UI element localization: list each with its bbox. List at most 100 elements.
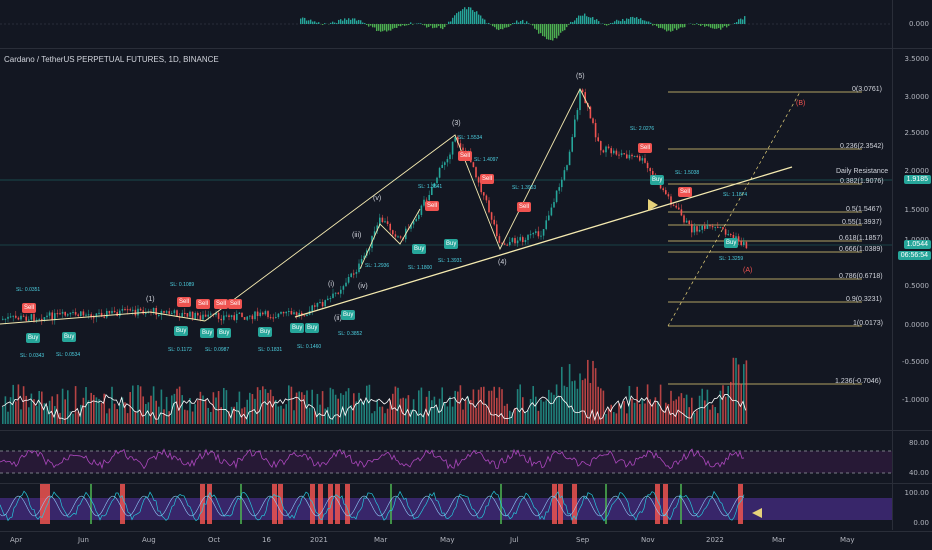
price-tick: -1.0000 [901,396,929,404]
time-tick: 2022 [706,536,724,544]
wave-label: (iii) [352,232,362,239]
fib-label: 0(3.0761) [852,86,882,93]
time-tick: Jun [78,536,89,544]
time-tick: May [440,536,455,544]
price-axis[interactable]: 3.5000 3.0000 2.5000 2.0000 1.5000 1.000… [892,49,932,430]
price-tick: 0.5000 [904,282,930,290]
sell-signal[interactable]: Sell [425,201,440,211]
stop-loss-label: SL: 0.1172 [168,347,192,353]
price-tick: 2.5000 [904,129,930,137]
stop-loss-label: SL: 2.0276 [630,126,655,132]
buy-signal[interactable]: Buy [62,332,77,342]
buy-signal[interactable]: Buy [650,175,665,185]
stop-loss-label: SL: 1.3259 [719,256,744,262]
buy-signal[interactable]: Buy [26,333,41,343]
buy-signal[interactable]: Buy [305,323,320,333]
stop-loss-label: SL: 0.1089 [170,282,195,288]
buy-signal[interactable]: Buy [444,239,459,249]
rsi-axis[interactable]: 80.00 40.00 [892,431,932,483]
sell-signal[interactable]: Sell [214,299,229,309]
stop-loss-label: SL: 1.3931 [438,258,463,264]
stop-loss-label: SL: 1.5038 [675,170,700,176]
fib-label: 0.236(2.3542) [840,143,884,150]
buy-signal[interactable]: Buy [258,327,273,337]
price-tick: 3.0000 [904,93,930,101]
buy-signal[interactable]: Buy [290,323,305,333]
stop-loss-label: SL: 1.3953 [512,185,537,191]
oscillator-chart [0,484,892,524]
fib-label: 0.786(0.6718) [839,273,883,280]
wave-label: (5) [576,73,585,80]
oscillator-pane[interactable] [0,484,892,530]
stop-loss-label: SL: 1.2936 [365,263,390,269]
wave-label: (4) [498,259,507,266]
time-tick: Mar [374,536,388,544]
buy-signal[interactable]: Buy [724,238,739,248]
sell-signal[interactable]: Sell [678,187,693,197]
buy-signal[interactable]: Buy [341,310,356,320]
stop-loss-label: SL: 0.1460 [297,344,322,350]
time-axis[interactable]: Apr Jun Aug Oct 16 2021 Mar May Jul Sep … [0,532,932,550]
sell-signal[interactable]: Sell [517,202,532,212]
rsi-tick: 80.00 [908,439,929,447]
top-oscillator-axis[interactable]: 0.000 [892,0,932,48]
time-tick: Aug [142,536,156,544]
stop-loss-label: SL: 1.1874 [723,192,748,198]
stop-loss-label: SL: 0.0351 [16,287,41,293]
price-tick: 2.0000 [904,167,930,175]
top-axis-tick: 0.000 [908,20,929,28]
time-tick: 2021 [310,536,328,544]
sell-signal[interactable]: Sell [458,151,473,161]
fib-label: 0.5(1.5467) [846,206,882,213]
sell-signal[interactable]: Sell [22,303,37,313]
wave-label: (i) [328,281,335,288]
buy-signal[interactable]: Buy [200,328,215,338]
sell-signal[interactable]: Sell [228,299,243,309]
price-tick: 3.5000 [904,55,930,63]
buy-signal[interactable]: Buy [174,326,189,336]
wave-label: (3) [452,120,461,127]
stop-loss-label: SL: 1.5534 [458,135,483,141]
fib-label: 0.666(1.0389) [839,246,883,253]
fib-label: 1.236(-0.7046) [835,378,881,385]
wave-label: (iv) [358,283,368,290]
stop-loss-label: SL: 0.0534 [56,352,81,358]
oscillator-axis[interactable]: 100.00 0.00 [892,484,932,530]
fib-label: 0.55(1.3937) [842,219,882,226]
sell-signal[interactable]: Sell [480,174,495,184]
main-price-pane[interactable]: Cardano / TetherUS PERPETUAL FUTURES, 1D… [0,49,892,430]
buy-signal[interactable]: Buy [217,328,232,338]
osc-tick: 100.00 [904,489,930,497]
fib-label: 1(0.0173) [853,320,883,327]
time-tick: Oct [208,536,221,544]
time-tick: May [840,536,855,544]
sell-signal[interactable]: Sell [177,297,192,307]
marker-price-badge: 1.9185 [903,175,931,184]
stop-loss-label: SL: 0.0343 [20,353,45,359]
chart-symbol-title: Cardano / TetherUS PERPETUAL FUTURES, 1D… [4,55,219,64]
time-tick: Mar [772,536,786,544]
price-tick: 1.5000 [904,206,930,214]
stop-loss-label: SL: 1.3541 [418,184,443,190]
rsi-pane[interactable] [0,431,892,483]
stop-loss-label: SL: 0.0987 [205,347,230,353]
price-tick: 0.0000 [904,321,930,329]
current-price-badge: 1.0544 [903,240,931,249]
top-oscillator-pane[interactable] [0,0,892,48]
buy-signal[interactable]: Buy [412,244,427,254]
sell-signal[interactable]: Sell [638,143,653,153]
wave-label: (v) [373,195,382,202]
stop-loss-label: SL: 0.1831 [258,347,283,353]
stop-loss-label: SL: 1.1800 [408,265,433,271]
fib-label: 0.9(0.3231) [846,296,882,303]
stop-loss-label: SL: 1.4097 [474,157,499,163]
time-tick: Nov [641,536,655,544]
wave-label: (B) [796,100,806,107]
price-tick: -0.5000 [901,358,929,366]
fib-label: 0.382(1.9076) [840,178,884,185]
sell-signal[interactable]: Sell [196,299,211,309]
rsi-tick: 40.00 [908,469,929,477]
time-tick: Apr [10,536,23,544]
time-tick: Jul [510,536,519,544]
wave-label: (A) [743,267,753,274]
